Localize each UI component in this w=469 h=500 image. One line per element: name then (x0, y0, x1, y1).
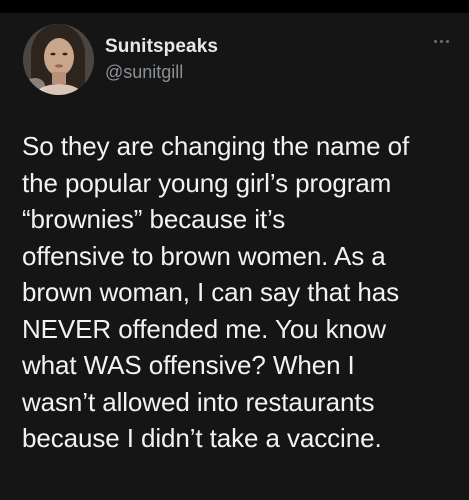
more-dot (439, 39, 443, 43)
tweet-card: Sunitspeaks @sunitgill So they are chang… (0, 13, 469, 500)
profile-photo-icon (23, 24, 94, 95)
author-names: Sunitspeaks @sunitgill (105, 35, 218, 84)
tweet-text: So they are changing the name of the pop… (22, 131, 410, 453)
more-options-button[interactable] (429, 33, 453, 49)
avatar[interactable] (23, 24, 94, 95)
user-handle[interactable]: @sunitgill (105, 60, 218, 84)
display-name[interactable]: Sunitspeaks (105, 35, 218, 59)
top-bar (0, 0, 469, 13)
more-horizontal-icon (433, 39, 437, 43)
more-dot (445, 39, 449, 43)
